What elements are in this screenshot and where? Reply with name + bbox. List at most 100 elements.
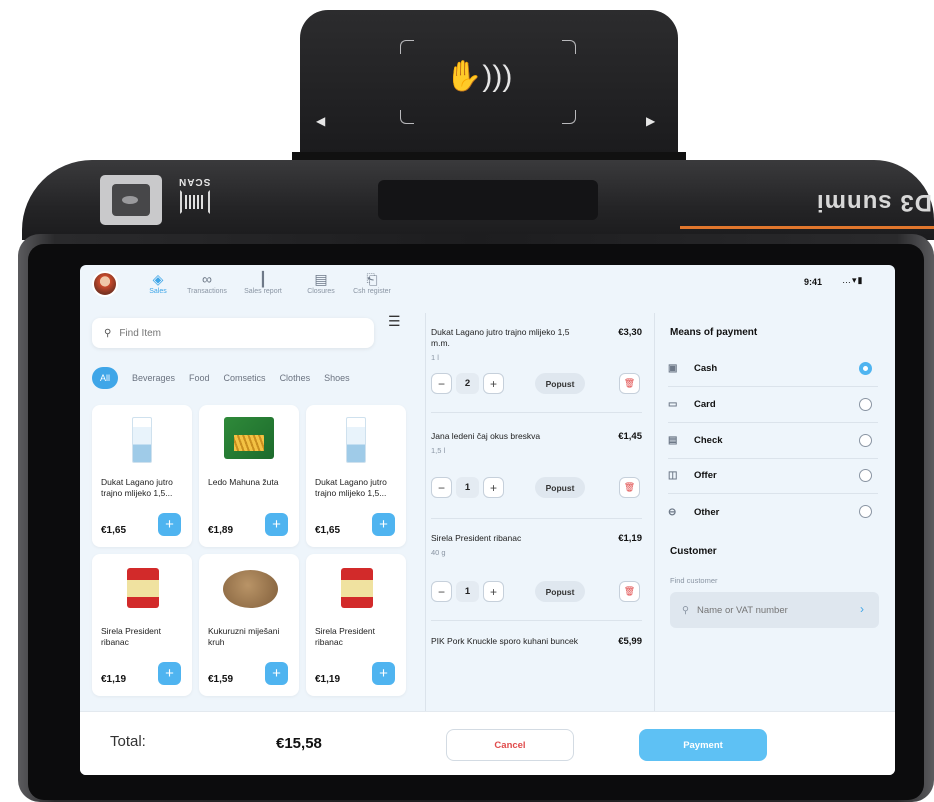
product-price: €1,59 bbox=[208, 674, 234, 685]
product-name: Dukat Lagano jutro trajno mlijeko 1,5... bbox=[315, 477, 387, 498]
product-price: €1,19 bbox=[101, 674, 127, 685]
radio-unselected[interactable] bbox=[859, 398, 872, 411]
nav-sales-report[interactable]: ┃ Sales report bbox=[233, 270, 293, 295]
order-item-unit: 1,5 l bbox=[431, 446, 446, 455]
nav-label: Sales report bbox=[244, 288, 282, 295]
product-card[interactable]: Dukat Lagano jutro trajno mlijeko 1,5...… bbox=[306, 405, 406, 547]
nfc-frame-corner bbox=[562, 110, 576, 124]
product-image bbox=[341, 568, 373, 608]
payment-option-check[interactable]: ▤ Check bbox=[668, 423, 878, 459]
order-separator bbox=[431, 518, 642, 519]
category-food[interactable]: Food bbox=[189, 373, 210, 383]
accent-strip bbox=[680, 226, 934, 229]
nav-cash-register[interactable]: ⎗ Csh register bbox=[342, 270, 402, 295]
delete-icon[interactable]: 🗑 bbox=[619, 373, 640, 394]
add-to-cart-button[interactable]: + bbox=[158, 513, 181, 536]
customer-display-slot bbox=[378, 180, 598, 220]
order-item-name: PIK Pork Knuckle sporo kuhani buncek bbox=[431, 636, 578, 646]
discount-button[interactable]: Popust bbox=[535, 373, 585, 394]
nfc-frame-corner bbox=[400, 40, 414, 54]
quantity-stepper: − 1 + bbox=[431, 581, 504, 602]
product-image bbox=[127, 568, 159, 608]
product-card[interactable]: Dukat Lagano jutro trajno mlijeko 1,5...… bbox=[92, 405, 192, 547]
payment-option-other[interactable]: ⊖ Other bbox=[668, 494, 878, 530]
tag-icon: ◈ bbox=[152, 271, 164, 287]
link-icon: ∞ bbox=[202, 271, 212, 287]
pos-screen: ◈ Sales ∞ Transactions ┃ Sales report ▤ … bbox=[80, 265, 895, 775]
payment-option-cash[interactable]: ▣ Cash bbox=[668, 351, 878, 387]
delete-icon[interactable]: 🗑 bbox=[619, 581, 640, 602]
status-time: 9:41 bbox=[804, 277, 823, 287]
decrease-qty-button[interactable]: − bbox=[431, 373, 452, 394]
total-value: €15,58 bbox=[276, 735, 322, 752]
add-to-cart-button[interactable]: + bbox=[158, 662, 181, 685]
discount-button[interactable]: Popust bbox=[535, 477, 585, 498]
category-cosmetics[interactable]: Comsetics bbox=[224, 373, 266, 383]
customer-search[interactable]: ⚲ bbox=[670, 592, 879, 628]
cash-icon: ▣ bbox=[668, 363, 678, 374]
product-name: Kukuruzni miješani kruh bbox=[208, 626, 280, 647]
order-item: Sirela President ribanac 40 g €1,19 − 1 … bbox=[431, 533, 642, 613]
increase-qty-button[interactable]: + bbox=[483, 581, 504, 602]
radio-unselected[interactable] bbox=[859, 469, 872, 482]
product-card[interactable]: Ledo Mahuna žuta €1,89 + bbox=[199, 405, 299, 547]
add-to-cart-button[interactable]: + bbox=[265, 513, 288, 536]
nfc-frame-corner bbox=[562, 40, 576, 54]
search-box[interactable]: ⚲ bbox=[92, 318, 374, 348]
chevron-right-icon[interactable]: › bbox=[860, 602, 864, 616]
order-item-price: €3,30 bbox=[618, 327, 642, 338]
product-image bbox=[223, 570, 278, 608]
product-card[interactable]: Sirela President ribanac €1,19 + bbox=[306, 554, 406, 696]
search-input[interactable] bbox=[119, 327, 340, 339]
add-to-cart-button[interactable]: + bbox=[372, 513, 395, 536]
add-to-cart-button[interactable]: + bbox=[372, 662, 395, 685]
search-icon: ⚲ bbox=[682, 604, 689, 616]
radio-selected[interactable] bbox=[859, 362, 872, 375]
increase-qty-button[interactable]: + bbox=[483, 373, 504, 394]
quantity-stepper: − 1 + bbox=[431, 477, 504, 498]
column-divider bbox=[425, 313, 426, 713]
payment-label: Check bbox=[694, 435, 723, 446]
check-icon: ▤ bbox=[668, 435, 678, 446]
product-price: €1,19 bbox=[315, 674, 341, 685]
delete-icon[interactable]: 🗑 bbox=[619, 477, 640, 498]
product-card[interactable]: Sirela President ribanac €1,19 + bbox=[92, 554, 192, 696]
order-separator bbox=[431, 620, 642, 621]
increase-qty-button[interactable]: + bbox=[483, 477, 504, 498]
nav-transactions[interactable]: ∞ Transactions bbox=[177, 270, 237, 295]
category-all[interactable]: All bbox=[92, 367, 118, 389]
card-icon: ▭ bbox=[668, 399, 678, 410]
avatar[interactable] bbox=[92, 271, 118, 297]
customer-search-input[interactable] bbox=[696, 604, 847, 616]
cancel-button[interactable]: Cancel bbox=[446, 729, 574, 761]
payment-title: Means of payment bbox=[670, 327, 758, 338]
order-item-name: Jana ledeni čaj okus breskva bbox=[431, 431, 541, 441]
search-icon: ⚲ bbox=[104, 327, 112, 339]
add-to-cart-button[interactable]: + bbox=[265, 662, 288, 685]
product-name: Dukat Lagano jutro trajno mlijeko 1,5... bbox=[101, 477, 173, 498]
nav-label: Closures bbox=[307, 288, 335, 295]
customer-title: Customer bbox=[670, 546, 717, 557]
layout-toggle-icon[interactable]: ☰ bbox=[388, 313, 401, 330]
payment-option-card[interactable]: ▭ Card bbox=[668, 387, 878, 423]
product-card[interactable]: Kukuruzni miješani kruh €1,59 + bbox=[199, 554, 299, 696]
signal-wifi-battery-icon: …▾▮ bbox=[842, 275, 864, 285]
order-item-unit: 1 l bbox=[431, 353, 439, 362]
payment-button[interactable]: Payment bbox=[639, 729, 767, 761]
decrease-qty-button[interactable]: − bbox=[431, 581, 452, 602]
category-beverages[interactable]: Beverages bbox=[132, 373, 175, 383]
product-image bbox=[346, 417, 366, 463]
category-shoes[interactable]: Shoes bbox=[324, 373, 350, 383]
radio-unselected[interactable] bbox=[859, 505, 872, 518]
product-price: €1,65 bbox=[101, 525, 127, 536]
radio-unselected[interactable] bbox=[859, 434, 872, 447]
payment-option-offer[interactable]: ◫ Offer bbox=[668, 458, 878, 494]
order-item: PIK Pork Knuckle sporo kuhani buncek €5,… bbox=[431, 636, 642, 676]
category-clothes[interactable]: Clothes bbox=[280, 373, 311, 383]
nav-label: Sales bbox=[149, 288, 167, 295]
discount-button[interactable]: Popust bbox=[535, 581, 585, 602]
order-item: Jana ledeni čaj okus breskva 1,5 l €1,45… bbox=[431, 431, 642, 511]
decrease-qty-button[interactable]: − bbox=[431, 477, 452, 498]
order-separator bbox=[431, 412, 642, 413]
order-item-unit: 40 g bbox=[431, 548, 446, 557]
